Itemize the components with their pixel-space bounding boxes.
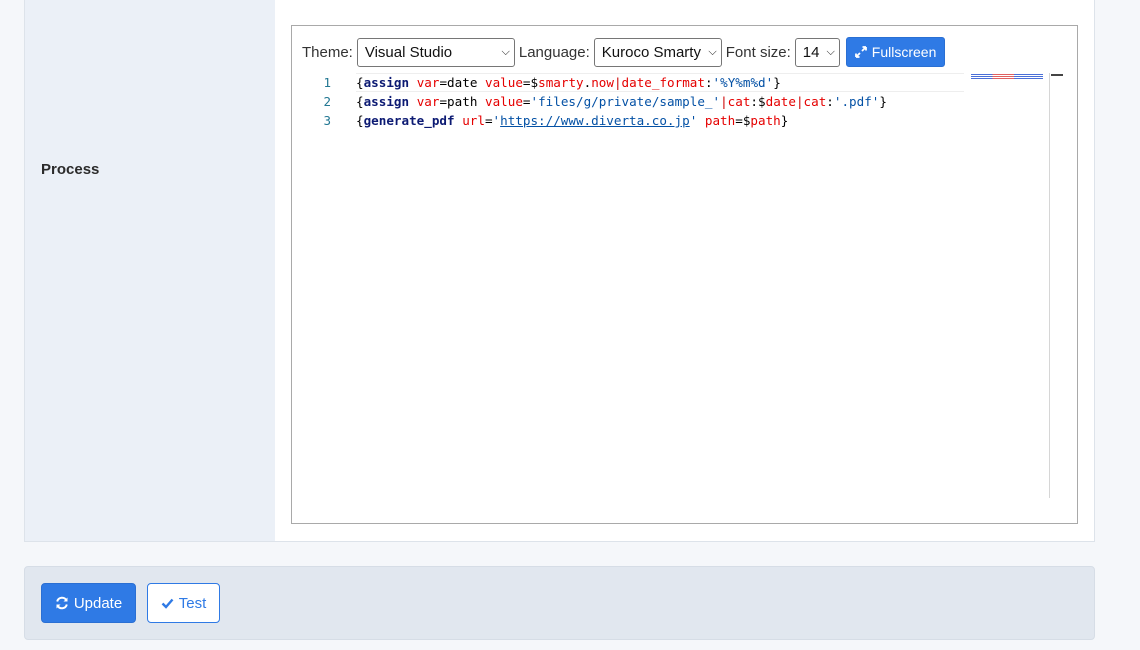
editor-scrollbar[interactable] — [1049, 73, 1050, 498]
code-minimap[interactable] — [971, 74, 1043, 84]
line-number: 2 — [323, 94, 331, 109]
theme-select-value: Visual Studio — [364, 43, 453, 61]
line-number: 3 — [323, 113, 331, 128]
process-label: Process — [41, 161, 100, 178]
action-bar: Update Test — [24, 566, 1095, 640]
editor-toolbar: Theme: Visual Studio ⌵ Language: Kuroco … — [302, 37, 946, 67]
font-size-label: Font size: — [725, 43, 791, 61]
line-number: 1 — [323, 75, 331, 90]
chevron-down-icon: ⌵ — [708, 45, 717, 58]
font-size-select-value: 14 — [802, 43, 820, 61]
update-label: Update — [73, 594, 123, 612]
scrollbar-thumb[interactable] — [1051, 74, 1063, 76]
theme-label: Theme: — [302, 43, 353, 61]
language-select-value: Kuroco Smarty — [601, 43, 701, 61]
line-number-gutter: 1 2 3 — [293, 73, 343, 130]
font-size-select[interactable]: 14 ⌵ — [794, 37, 840, 67]
refresh-icon — [55, 596, 69, 610]
code-editor-container: Theme: Visual Studio ⌵ Language: Kuroco … — [291, 25, 1078, 524]
code-area[interactable]: 1 2 3 {assign var=date value=$smarty.now… — [293, 73, 1049, 499]
language-select[interactable]: Kuroco Smarty ⌵ — [593, 37, 722, 67]
code-line[interactable]: {assign var=date value=$smarty.now|date_… — [356, 73, 964, 92]
fullscreen-button[interactable]: Fullscreen — [845, 37, 946, 67]
code-line[interactable]: {assign var=path value='files/g/private/… — [356, 92, 964, 111]
theme-select[interactable]: Visual Studio ⌵ — [356, 37, 515, 67]
check-icon — [161, 598, 174, 609]
test-label: Test — [178, 594, 207, 612]
code-lines[interactable]: {assign var=date value=$smarty.now|date_… — [356, 73, 964, 130]
expand-icon — [854, 46, 867, 58]
code-line[interactable]: {generate_pdf url='https://www.diverta.c… — [356, 111, 964, 130]
language-label: Language: — [518, 43, 590, 61]
chevron-down-icon: ⌵ — [501, 45, 510, 58]
process-form-row: Process Theme: Visual Studio ⌵ Language:… — [24, 0, 1095, 542]
test-button[interactable]: Test — [147, 583, 220, 623]
chevron-down-icon: ⌵ — [826, 45, 835, 58]
update-button[interactable]: Update — [41, 583, 136, 623]
fullscreen-label: Fullscreen — [871, 44, 937, 60]
row-label-cell: Process — [25, 0, 275, 541]
